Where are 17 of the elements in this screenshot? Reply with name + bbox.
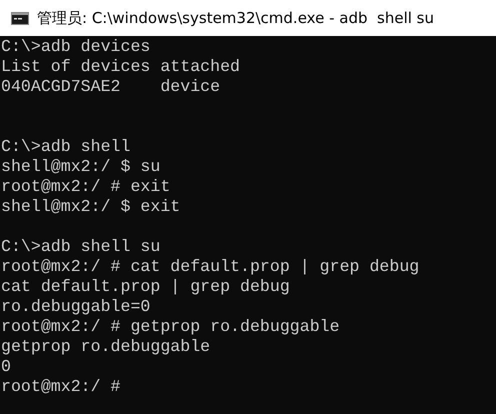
console-line: 040ACGD7SAE2 device (1, 77, 220, 96)
console-line: C:\>adb devices (1, 37, 150, 56)
window-title: 管理员: C:\windows\system32\cmd.exe - adb shell su (37, 8, 434, 28)
console-line: ro.debuggable=0 (1, 297, 150, 316)
console-line: getprop ro.debuggable (1, 337, 210, 356)
console-icon (11, 12, 29, 24)
console-line: root@mx2:/ # getprop ro.debuggable (1, 317, 340, 336)
console-line: shell@mx2:/ $ exit (1, 197, 180, 216)
console-line: 0 (1, 357, 11, 376)
console-line: C:\>adb shell (1, 137, 130, 156)
console-line: List of devices attached (1, 57, 240, 76)
console-line: root@mx2:/ # cat default.prop | grep debug (1, 257, 420, 276)
console-line: root@mx2:/ # exit (1, 177, 170, 196)
console-line: root@mx2:/ # (1, 377, 120, 396)
console-line: C:\>adb shell su (1, 237, 160, 256)
console-line: shell@mx2:/ $ su (1, 157, 160, 176)
console-line: cat default.prop | grep debug (1, 277, 290, 296)
